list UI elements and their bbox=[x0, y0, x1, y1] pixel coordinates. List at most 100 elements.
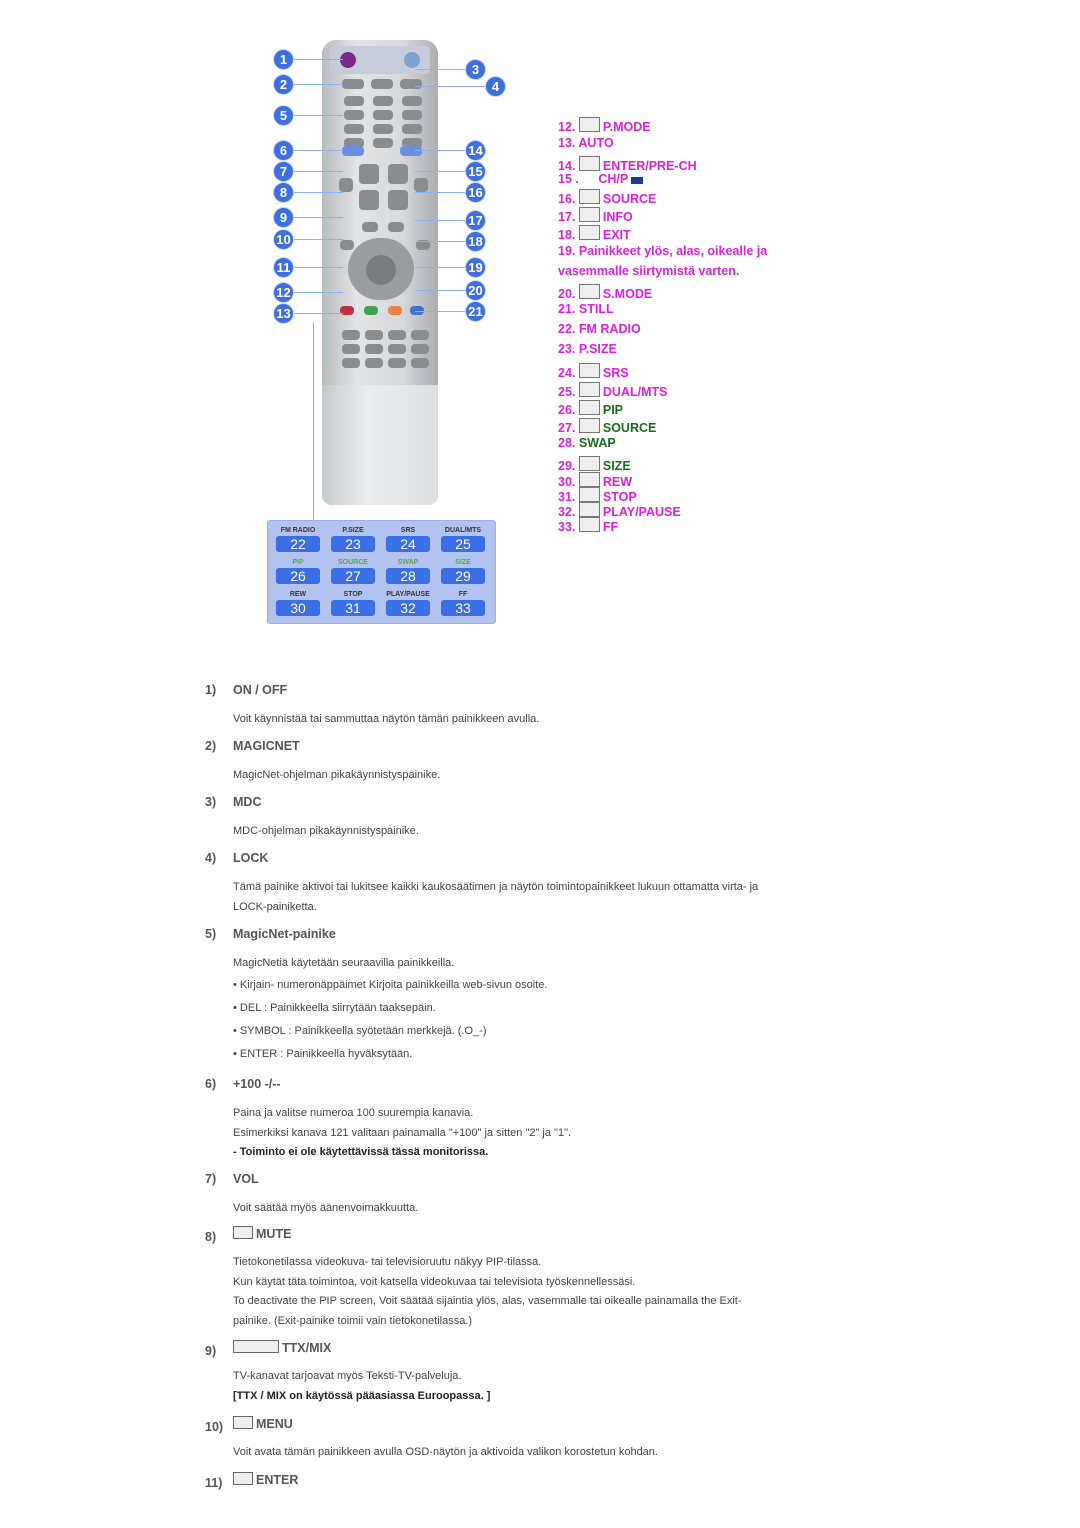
callout-line bbox=[293, 115, 343, 116]
section-title: ON / OFF bbox=[233, 683, 287, 697]
section-title-text: MagicNet-painike bbox=[233, 927, 336, 941]
section-text: Tämä painike aktivoi tai lukitsee kaikki… bbox=[233, 881, 759, 893]
callout-line bbox=[293, 239, 343, 240]
legend-number: 16. bbox=[558, 192, 576, 206]
legend-number: 18. bbox=[558, 228, 576, 242]
section-title: VOL bbox=[233, 1172, 259, 1186]
legend-label: EXIT bbox=[602, 228, 631, 242]
legend-label: CH/P bbox=[598, 172, 629, 186]
panel-button-label: SOURCE bbox=[338, 559, 368, 566]
button-legend-item: 33. FF bbox=[558, 517, 618, 534]
callout-2: 2 bbox=[273, 74, 294, 95]
section-title: MENU bbox=[233, 1416, 293, 1431]
section-number: 11) bbox=[205, 1476, 223, 1490]
remote-button bbox=[402, 110, 422, 120]
remote-button bbox=[411, 344, 429, 354]
button-panel-22-33: FM RADIO 22 P.SIZE 23 SRS 24 DUAL/MTS 25 PIP 26 SO… bbox=[267, 520, 496, 624]
section-number: 8) bbox=[205, 1230, 217, 1244]
remote-button bbox=[400, 79, 422, 89]
panel-button-label: FM RADIO bbox=[280, 527, 316, 534]
panel-button: SWAP 28 bbox=[380, 557, 436, 584]
legend-label: SRS bbox=[602, 366, 629, 380]
remote-button bbox=[411, 330, 429, 340]
legend-label: DUAL/MTS bbox=[602, 385, 668, 399]
panel-button-label: PLAY/PAUSE bbox=[386, 591, 430, 598]
legend-label: AUTO bbox=[578, 136, 614, 150]
callout-19: 19 bbox=[465, 257, 486, 278]
section-heading: 1) ON / OFF bbox=[205, 683, 845, 710]
remote-button bbox=[365, 330, 383, 340]
smode-icon bbox=[578, 284, 600, 299]
panel-button-label: SWAP bbox=[397, 559, 419, 566]
remote-button bbox=[388, 164, 408, 184]
ff-icon bbox=[578, 517, 600, 532]
button-legend-item: 28. SWAP bbox=[558, 436, 616, 450]
panel-button-number: 32 bbox=[386, 600, 430, 616]
section-7: 7) VOL Voit säätää myös äänenvoimakkuutta. bbox=[205, 1172, 845, 1219]
legend-label: P.SIZE bbox=[578, 342, 617, 356]
callout-line bbox=[415, 86, 495, 87]
button-legend-item: 14. ENTER/PRE-CH bbox=[558, 156, 697, 173]
size-icon bbox=[578, 456, 600, 471]
remote-button bbox=[342, 146, 364, 156]
legend-label: SWAP bbox=[578, 436, 616, 450]
mb-icon bbox=[578, 117, 600, 132]
callout-line bbox=[293, 171, 343, 172]
callout-4: 4 bbox=[485, 76, 506, 97]
button-legend-item: 25. DUAL/MTS bbox=[558, 382, 667, 399]
callout-11: 11 bbox=[273, 257, 294, 278]
legend-number: 23. bbox=[558, 342, 576, 356]
section-title: MDC bbox=[233, 795, 261, 809]
dual-icon bbox=[578, 382, 600, 397]
button-legend-item: 21. STILL bbox=[558, 302, 614, 316]
remote-button bbox=[342, 358, 360, 368]
section-9: 9) TTX/MIX TV-kanavat tarjoavat myös Tekst… bbox=[205, 1340, 845, 1406]
legend-label: Painikkeet ylös, alas, oikealle ja bbox=[578, 244, 768, 258]
section-3: 3) MDC MDC-ohjelman pikakäynnistyspainike. bbox=[205, 795, 845, 842]
section-title-text: MUTE bbox=[256, 1227, 292, 1241]
button-legend-item: 13. AUTO bbox=[558, 136, 614, 150]
callout-line bbox=[293, 217, 343, 218]
chp-icon bbox=[631, 177, 644, 184]
section-title-text: VOL bbox=[233, 1172, 259, 1186]
info-icon bbox=[578, 207, 600, 222]
button-legend-item: 26. PIP bbox=[558, 400, 623, 417]
section-heading: 8) MUTE bbox=[205, 1226, 845, 1253]
legend-number: 28. bbox=[558, 436, 576, 450]
panel-button-label: P.SIZE bbox=[342, 527, 364, 534]
remote-button bbox=[342, 330, 360, 340]
legend-label: INFO bbox=[602, 210, 633, 224]
panel-button-number: 22 bbox=[276, 536, 320, 552]
section-text: painike. (Exit-painike toimii vain tieto… bbox=[233, 1314, 473, 1327]
legend-label: STILL bbox=[578, 302, 614, 316]
panel-button: FM RADIO 22 bbox=[270, 525, 326, 552]
panel-button: FF 33 bbox=[435, 589, 491, 616]
section-heading: 9) TTX/MIX bbox=[205, 1340, 845, 1367]
section-title-text: LOCK bbox=[233, 851, 269, 865]
panel-button-number: 27 bbox=[331, 568, 375, 584]
section-text: TV-kanavat tarjoavat myös Teksti-TV-palv… bbox=[233, 1370, 462, 1382]
section-number: 6) bbox=[205, 1077, 217, 1091]
remote-button bbox=[340, 52, 356, 68]
section-heading: 2) MAGICNET bbox=[205, 739, 845, 766]
remote-button bbox=[373, 110, 393, 120]
panel-button-label: PIP bbox=[292, 559, 304, 566]
rew-icon bbox=[578, 472, 600, 487]
section-heading: 4) LOCK bbox=[205, 851, 845, 878]
callout-7: 7 bbox=[273, 161, 294, 182]
legend-number: 33. bbox=[558, 520, 576, 534]
panel-button: SIZE 29 bbox=[435, 557, 491, 584]
button-legend-item: 15 . CH/P bbox=[558, 172, 646, 186]
section-text: MagicNetiä käytetään seuraavilla painikk… bbox=[233, 957, 455, 969]
legend-number: 21. bbox=[558, 302, 576, 316]
button-legend-item: 23. P.SIZE bbox=[558, 342, 617, 356]
remote-button bbox=[373, 138, 393, 148]
remote-button bbox=[402, 96, 422, 106]
legend-number: 15 . bbox=[558, 172, 579, 186]
legend-label: P.MODE bbox=[602, 120, 651, 134]
panel-button-number: 25 bbox=[441, 536, 485, 552]
callout-5: 5 bbox=[273, 105, 294, 126]
remote-button bbox=[365, 344, 383, 354]
section-number: 2) bbox=[205, 739, 217, 753]
callout-line bbox=[293, 267, 343, 268]
